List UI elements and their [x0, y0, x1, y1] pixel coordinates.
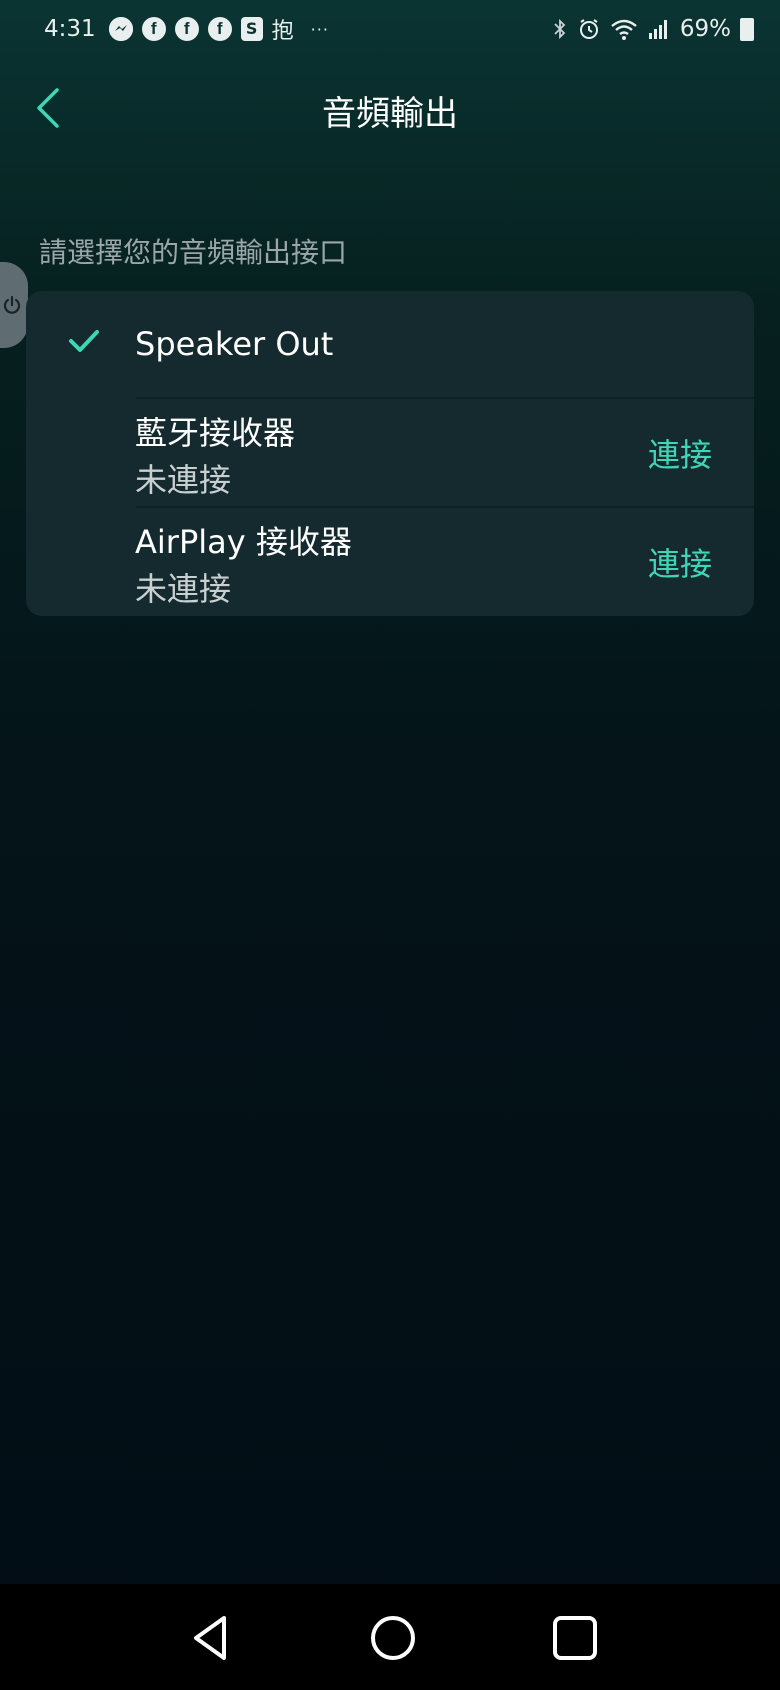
system-navigation-bar [0, 1584, 780, 1690]
section-label: 請選擇您的音頻輸出接口 [39, 236, 348, 269]
power-icon [3, 295, 21, 314]
nav-recents-button[interactable] [546, 1610, 602, 1666]
shopping-bag-icon: S [240, 17, 263, 41]
nav-home-button[interactable] [365, 1610, 421, 1666]
wifi-icon [610, 17, 638, 41]
output-option-status: 未連接 [135, 570, 232, 608]
battery-percent: 69% [679, 16, 731, 42]
status-bar-right: 69% [552, 16, 754, 42]
facebook-icon: f [141, 17, 166, 41]
messenger-icon [108, 17, 133, 41]
checkmark-icon [68, 327, 100, 359]
output-option-title: 藍牙接收器 [135, 414, 296, 452]
output-option-bluetooth-receiver[interactable]: 藍牙接收器 未連接 連接 [26, 398, 754, 506]
status-time: 4:31 [44, 16, 96, 42]
battery-icon [740, 17, 754, 41]
recents-square-icon [553, 1616, 597, 1660]
output-option-title: Speaker Out [135, 325, 334, 363]
app-icon: 抱 [271, 19, 294, 44]
nav-back-button[interactable] [184, 1610, 240, 1666]
floating-power-handle[interactable] [0, 262, 28, 348]
header: 音頻輸出 [0, 58, 780, 162]
back-triangle-icon [194, 1616, 226, 1660]
status-bar-left: 4:31 f f f S 抱 ··· [44, 13, 329, 45]
home-circle-icon [371, 1616, 415, 1660]
facebook-icon: f [174, 17, 199, 41]
facebook-icon: f [207, 17, 232, 41]
bluetooth-icon [552, 17, 568, 41]
more-notifications-indicator: ··· [310, 19, 329, 39]
output-option-title: AirPlay 接收器 [135, 523, 352, 561]
output-option-airplay-receiver[interactable]: AirPlay 接收器 未連接 連接 [26, 507, 754, 616]
connect-bluetooth-button[interactable]: 連接 [648, 430, 712, 476]
alarm-icon [577, 17, 601, 41]
output-option-speaker-out[interactable]: Speaker Out [26, 291, 754, 397]
audio-output-list: Speaker Out 藍牙接收器 未連接 連接 AirPlay 接收器 未連接… [26, 291, 754, 616]
output-option-status: 未連接 [135, 461, 232, 499]
page-title: 音頻輸出 [322, 94, 458, 134]
connect-airplay-button[interactable]: 連接 [648, 539, 712, 585]
status-bar: 4:31 f f f S 抱 ··· 69% [0, 0, 780, 58]
signal-icon [647, 17, 671, 41]
